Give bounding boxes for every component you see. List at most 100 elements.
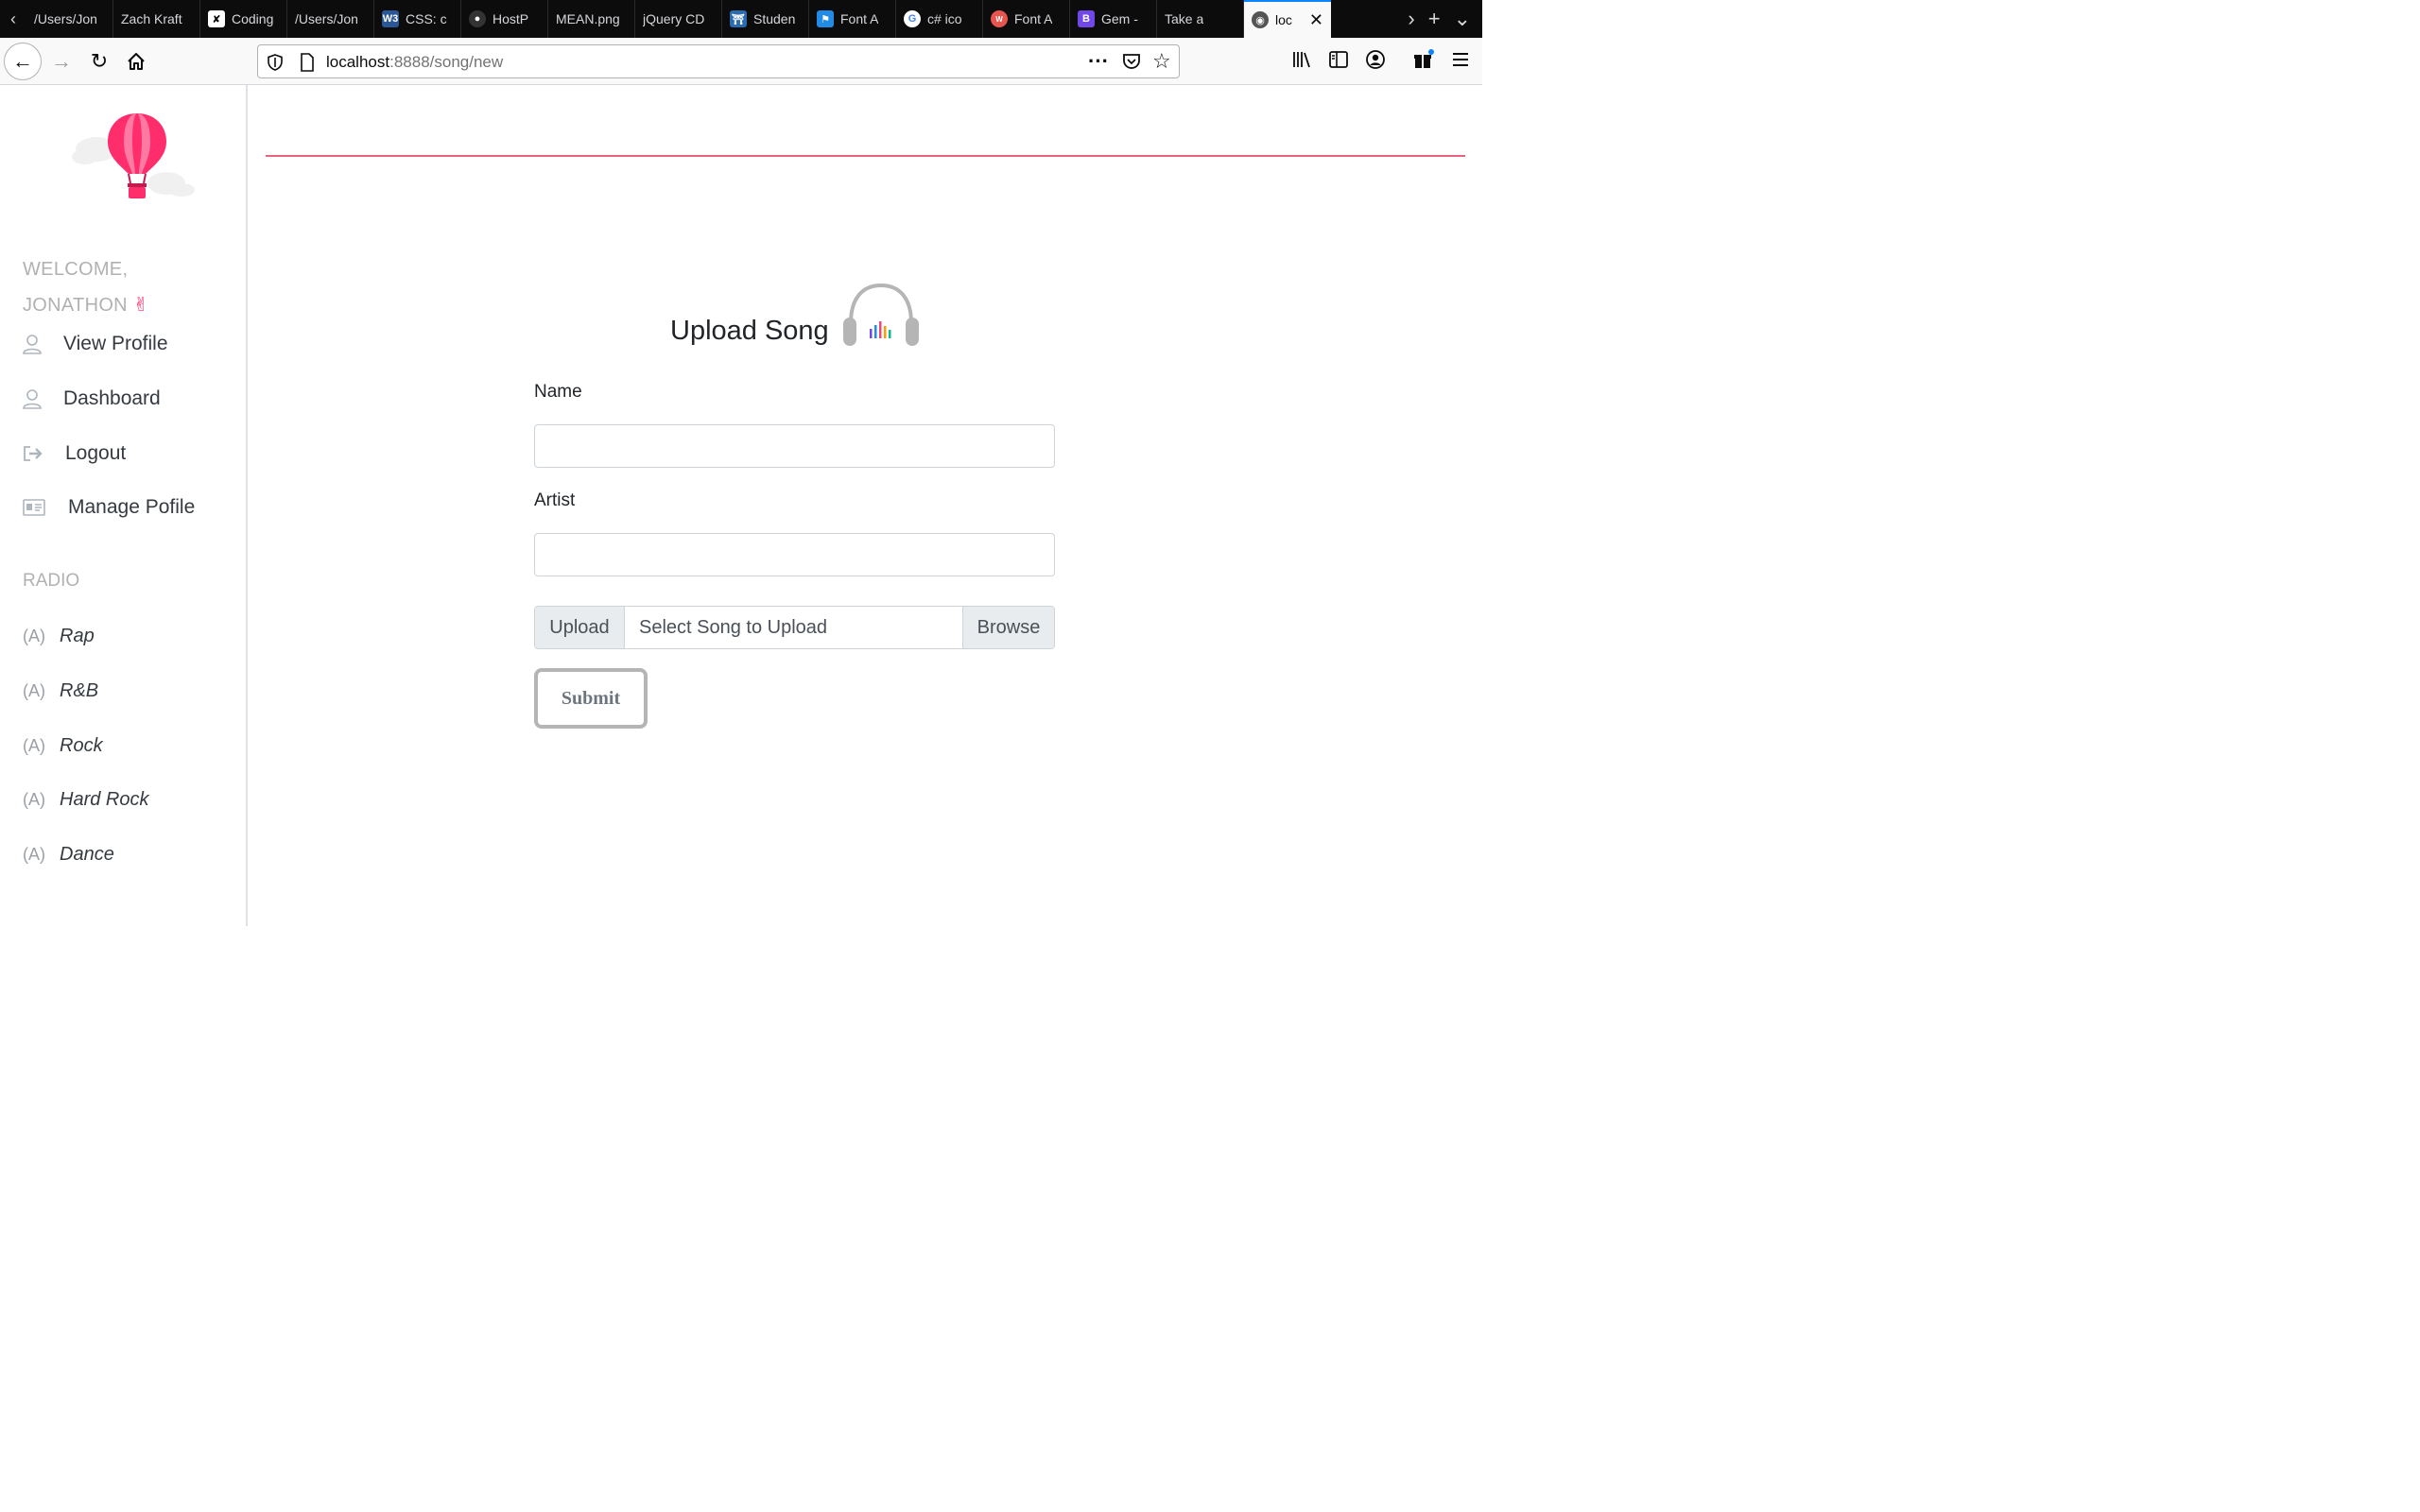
- radio-section-heading: RADIO: [23, 571, 80, 591]
- tab[interactable]: MEAN.png: [548, 0, 635, 38]
- browse-button[interactable]: Browse: [962, 607, 1054, 648]
- artist-label: Artist: [534, 490, 576, 510]
- new-tab-icon[interactable]: +: [1428, 7, 1441, 31]
- page-actions-icon[interactable]: ···: [1088, 49, 1109, 74]
- tab-strip: ‹ /Users/Jon Zach Kraft ✘ Coding /Users/…: [0, 0, 1482, 38]
- tab[interactable]: W3 CSS: c: [374, 0, 461, 38]
- hamburger-menu-icon[interactable]: [1451, 49, 1470, 70]
- name-label: Name: [534, 382, 582, 402]
- radio-item-rap[interactable]: (A) Rap: [23, 626, 95, 647]
- sidebar-toggle-icon[interactable]: [1328, 49, 1349, 70]
- sidebar-item-view-profile[interactable]: View Profile: [23, 333, 168, 355]
- tab-favicon-icon: ●: [469, 10, 486, 27]
- account-icon[interactable]: [1365, 49, 1386, 70]
- radio-item-rnb[interactable]: (A) R&B: [23, 680, 98, 702]
- sidebar-item-label: Logout: [65, 442, 127, 464]
- file-select-input[interactable]: Select Song to Upload: [625, 607, 962, 648]
- tab-title: c# ico: [927, 11, 962, 26]
- tab[interactable]: B Gem -: [1070, 0, 1157, 38]
- tab-title: HostP: [493, 11, 529, 26]
- tab[interactable]: jQuery CD: [635, 0, 722, 38]
- tab-favicon-icon: ⚑: [817, 10, 834, 27]
- reload-icon: ↻: [90, 49, 109, 73]
- tab-title: /Users/Jon: [34, 11, 97, 26]
- tab[interactable]: /Users/Jon: [26, 0, 113, 38]
- file-upload-group: Upload Select Song to Upload Browse: [534, 606, 1055, 649]
- name-input[interactable]: [534, 424, 1055, 468]
- tab[interactable]: ● HostP: [461, 0, 548, 38]
- tab[interactable]: Zach Kraft: [113, 0, 200, 38]
- tab-scroll-left-icon[interactable]: ‹: [0, 0, 26, 38]
- welcome-line: WELCOME,: [23, 259, 129, 280]
- sidebar-item-label: View Profile: [63, 333, 168, 354]
- header-divider: [266, 155, 1465, 157]
- radio-item-label: Rock: [60, 735, 103, 756]
- radio-item-label: Hard Rock: [60, 789, 149, 810]
- arrow-right-icon: →: [51, 49, 72, 73]
- tab[interactable]: ✘ Coding: [200, 0, 287, 38]
- sidebar-item-label: Dashboard: [63, 387, 161, 409]
- tab[interactable]: ⚑ Font A: [809, 0, 896, 38]
- tab[interactable]: /Users/Jon: [287, 0, 374, 38]
- tab-title: Coding: [232, 11, 274, 26]
- tab[interactable]: ⛩ Studen: [722, 0, 809, 38]
- broadcast-tower-icon: (A): [23, 681, 45, 700]
- user-icon: [23, 335, 42, 354]
- sidebar-item-logout[interactable]: Logout: [23, 442, 126, 465]
- broadcast-tower-icon: (A): [23, 790, 45, 809]
- broadcast-tower-icon: (A): [23, 627, 45, 645]
- list-all-tabs-icon[interactable]: ⌄: [1454, 7, 1471, 31]
- tab-title: Studen: [753, 11, 796, 26]
- tab-title: Gem -: [1101, 11, 1138, 26]
- url-text[interactable]: localhost:8888/song/new: [326, 53, 503, 72]
- tab-title: jQuery CD: [643, 11, 705, 26]
- tab-title: Zach Kraft: [121, 11, 182, 26]
- tab-title: /Users/Jon: [295, 11, 358, 26]
- tab[interactable]: G c# ico: [896, 0, 983, 38]
- radio-item-hard-rock[interactable]: (A) Hard Rock: [23, 789, 148, 811]
- tab-title: Font A: [1014, 11, 1053, 26]
- pocket-icon[interactable]: [1122, 53, 1141, 70]
- reload-button[interactable]: ↻: [87, 43, 112, 80]
- tab-scroll-right-icon[interactable]: ›: [1408, 7, 1414, 31]
- close-tab-icon[interactable]: ✕: [1309, 10, 1323, 30]
- sidebar-item-label: Manage Pofile: [68, 496, 196, 518]
- library-icon[interactable]: [1291, 49, 1312, 70]
- submit-button[interactable]: Submit: [534, 668, 648, 729]
- headphones-icon: [843, 283, 919, 346]
- sidebar: WELCOME, JONATHON ✌ View Profile Dashboa…: [0, 85, 248, 926]
- shield-icon[interactable]: [268, 54, 283, 71]
- home-icon: [128, 53, 145, 70]
- artist-input[interactable]: [534, 533, 1055, 576]
- user-icon: [23, 389, 42, 409]
- whats-new-gift-icon[interactable]: [1412, 49, 1435, 70]
- sign-out-icon: [24, 446, 43, 461]
- tab-favicon-icon: W3: [382, 10, 399, 27]
- broadcast-tower-icon: (A): [23, 845, 45, 864]
- sidebar-item-manage-profile[interactable]: Manage Pofile: [23, 496, 195, 519]
- radio-item-dance[interactable]: (A) Dance: [23, 844, 114, 866]
- tab-title: CSS: c: [406, 11, 447, 26]
- tab-favicon-icon: B: [1078, 10, 1095, 27]
- radio-item-rock[interactable]: (A) Rock: [23, 735, 103, 757]
- tab-favicon-icon: ✘: [208, 10, 225, 27]
- back-button[interactable]: ←: [4, 43, 42, 80]
- peace-emoji-icon: ✌: [132, 295, 149, 316]
- forward-button[interactable]: →: [49, 43, 74, 80]
- home-button[interactable]: [123, 43, 149, 80]
- tab[interactable]: W Font A: [983, 0, 1070, 38]
- tab-favicon-icon: ⛩: [730, 10, 747, 27]
- broadcast-tower-icon: (A): [23, 736, 45, 755]
- tab[interactable]: Take a: [1157, 0, 1244, 38]
- upload-label: Upload: [535, 607, 625, 648]
- arrow-left-icon: ←: [12, 49, 33, 73]
- bookmark-star-icon[interactable]: ☆: [1152, 49, 1171, 74]
- hot-air-balloon-logo: [72, 113, 195, 198]
- tab-title: MEAN.png: [556, 11, 620, 26]
- page-info-icon[interactable]: [300, 53, 315, 72]
- url-bar[interactable]: localhost:8888/song/new ··· ☆: [257, 44, 1180, 78]
- tab-active[interactable]: ◉ loc ✕: [1244, 0, 1331, 38]
- tab-favicon-icon: W: [991, 10, 1008, 27]
- sidebar-item-dashboard[interactable]: Dashboard: [23, 387, 161, 410]
- url-path: :8888/song/new: [389, 53, 504, 71]
